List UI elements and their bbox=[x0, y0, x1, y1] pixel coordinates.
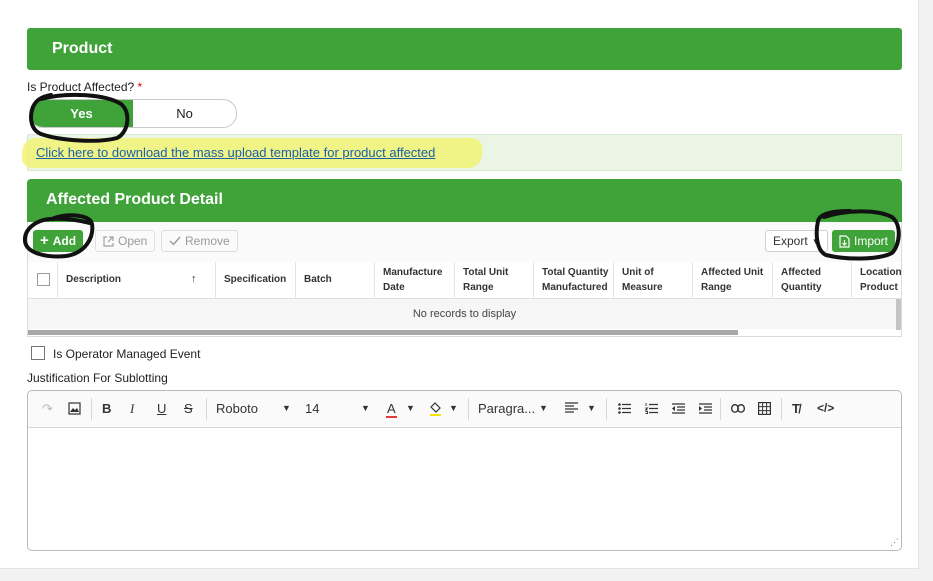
align-select[interactable]: ▼ bbox=[565, 401, 599, 416]
caret-down-icon: ▼ bbox=[361, 403, 370, 413]
column-header-unit-of-measure[interactable]: Unit of Measure bbox=[613, 262, 692, 298]
source-code-icon[interactable]: </> bbox=[817, 401, 834, 415]
detail-section-title: Affected Product Detail bbox=[46, 191, 223, 208]
remove-button[interactable]: Remove bbox=[161, 230, 238, 252]
column-header-specification[interactable]: Specification bbox=[215, 262, 295, 298]
toolbar-separator bbox=[606, 398, 607, 420]
toggle-no-option[interactable]: No bbox=[133, 100, 236, 127]
resize-grip-icon[interactable]: ⋰ bbox=[890, 537, 899, 548]
text-color-picker[interactable]: A ▼ bbox=[386, 401, 418, 418]
link-icon[interactable] bbox=[731, 404, 745, 413]
column-header-affected-quantity[interactable]: Affected Quantity bbox=[772, 262, 851, 298]
external-link-icon bbox=[103, 235, 114, 247]
grid-toolbar: + Add Open Remove Export ▼ Import bbox=[28, 222, 901, 263]
import-file-icon bbox=[839, 234, 850, 248]
clear-formatting-icon[interactable]: T̸ bbox=[792, 401, 800, 416]
caret-down-icon: ▼ bbox=[587, 403, 596, 413]
horizontal-scrollbar[interactable] bbox=[28, 330, 738, 335]
editor-content-area[interactable] bbox=[28, 428, 901, 550]
editor-toolbar: ↷ B I U S Roboto ▼ 14 ▼ A ▼ ▼ Paragra...… bbox=[28, 391, 901, 428]
toolbar-separator bbox=[720, 398, 721, 420]
grid-header-row: Description ↑ Specification Batch Manufa… bbox=[28, 262, 901, 299]
form-page: Product Is Product Affected? * Yes No Cl… bbox=[0, 0, 919, 569]
underline-icon[interactable]: U bbox=[157, 401, 166, 416]
caret-down-icon: ▼ bbox=[811, 236, 820, 246]
operator-managed-label: Is Operator Managed Event bbox=[53, 347, 201, 361]
caret-down-icon: ▼ bbox=[449, 403, 458, 413]
column-header-batch[interactable]: Batch bbox=[295, 262, 374, 298]
template-link-bar: Click here to download the mass upload t… bbox=[20, 134, 902, 171]
download-template-link[interactable]: Click here to download the mass upload t… bbox=[36, 145, 435, 160]
select-all-checkbox[interactable] bbox=[37, 273, 50, 286]
toolbar-separator bbox=[468, 398, 469, 420]
indent-icon[interactable] bbox=[699, 403, 712, 414]
column-header-location-of-product[interactable]: Location o Product bbox=[851, 262, 901, 298]
export-dropdown[interactable]: Export ▼ bbox=[765, 230, 828, 252]
italic-icon[interactable]: I bbox=[130, 401, 134, 417]
column-header-description[interactable]: Description ↑ bbox=[57, 262, 215, 298]
plus-icon: + bbox=[40, 232, 49, 249]
numbered-list-icon[interactable] bbox=[645, 403, 658, 414]
affected-product-grid: + Add Open Remove Export ▼ Import Descri… bbox=[27, 222, 902, 337]
caret-down-icon: ▼ bbox=[539, 403, 548, 413]
caret-down-icon: ▼ bbox=[406, 403, 415, 413]
product-section-title: Product bbox=[52, 40, 113, 57]
align-left-icon bbox=[565, 402, 578, 413]
strikethrough-icon[interactable]: S bbox=[184, 401, 193, 416]
check-icon bbox=[169, 236, 181, 246]
import-button[interactable]: Import bbox=[832, 230, 896, 252]
column-header-affected-unit-range[interactable]: Affected Unit Range bbox=[692, 262, 772, 298]
sort-ascending-icon: ↑ bbox=[191, 273, 197, 285]
product-affected-toggle: Yes No bbox=[29, 99, 237, 128]
font-family-select[interactable]: Roboto ▼ bbox=[216, 401, 294, 416]
product-section-header: Product bbox=[27, 28, 902, 70]
justification-editor: ↷ B I U S Roboto ▼ 14 ▼ A ▼ ▼ Paragra...… bbox=[27, 390, 902, 551]
open-button[interactable]: Open bbox=[95, 230, 156, 252]
vertical-scrollbar[interactable] bbox=[896, 299, 901, 330]
caret-down-icon: ▼ bbox=[282, 403, 291, 413]
bulleted-list-icon[interactable] bbox=[618, 403, 631, 414]
paint-bucket-icon bbox=[430, 402, 441, 416]
operator-managed-checkbox[interactable] bbox=[31, 346, 45, 360]
column-header-total-quantity-manufactured[interactable]: Total Quantity Manufactured bbox=[533, 262, 613, 298]
image-icon[interactable] bbox=[68, 402, 81, 415]
font-size-select[interactable]: 14 ▼ bbox=[305, 401, 373, 416]
product-affected-label: Is Product Affected? * bbox=[27, 80, 143, 94]
redo-icon[interactable]: ↷ bbox=[42, 401, 53, 417]
highlight-color-picker[interactable]: ▼ bbox=[429, 401, 461, 419]
bold-icon[interactable]: B bbox=[102, 401, 111, 416]
required-asterisk: * bbox=[137, 80, 143, 94]
column-header-manufacture-date[interactable]: Manufacture Date bbox=[374, 262, 454, 298]
paragraph-style-select[interactable]: Paragra... ▼ bbox=[478, 401, 556, 416]
grid-empty-message: No records to display bbox=[28, 299, 901, 329]
toolbar-separator bbox=[781, 398, 782, 420]
add-button[interactable]: + Add bbox=[33, 230, 84, 252]
toggle-yes-option[interactable]: Yes bbox=[30, 100, 133, 127]
toolbar-separator bbox=[91, 398, 92, 420]
toolbar-separator bbox=[206, 398, 207, 420]
text-color-icon: A bbox=[386, 401, 397, 418]
outdent-icon[interactable] bbox=[672, 403, 685, 414]
justification-label: Justification For Sublotting bbox=[27, 371, 168, 385]
column-header-total-unit-range[interactable]: Total Unit Range bbox=[454, 262, 533, 298]
detail-section-header: Affected Product Detail bbox=[27, 179, 902, 222]
table-icon[interactable] bbox=[758, 402, 771, 415]
